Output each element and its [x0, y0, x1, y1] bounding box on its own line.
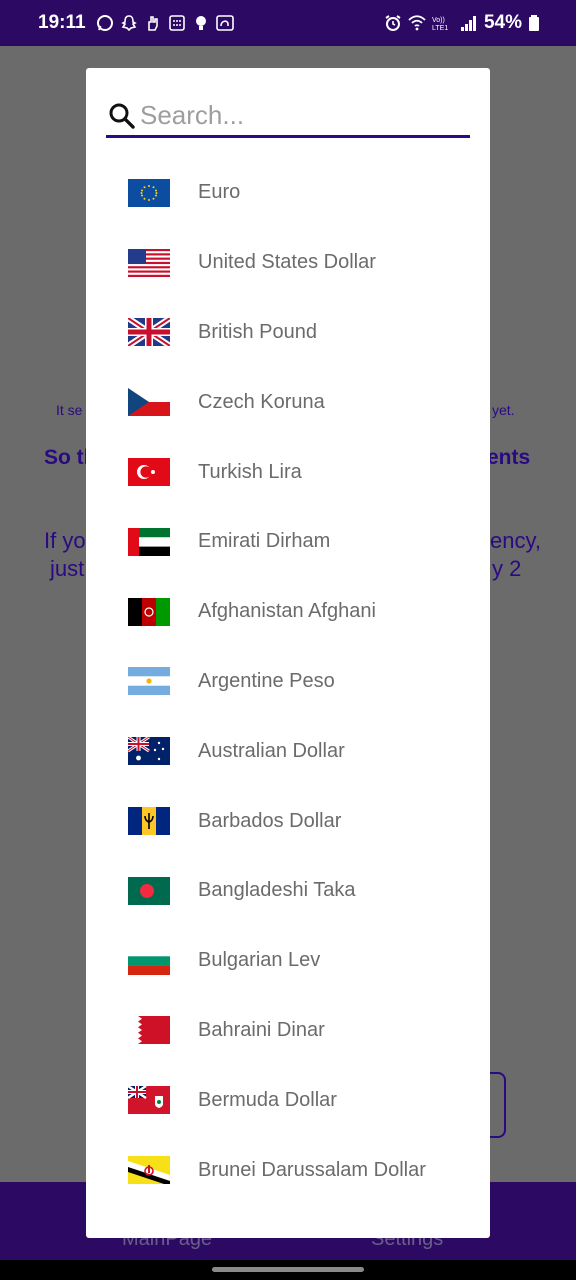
currency-item-usd[interactable]: United States Dollar — [86, 228, 490, 298]
currency-name: Euro — [198, 181, 241, 204]
bn-flag-icon — [128, 1156, 170, 1185]
hand-icon — [147, 16, 158, 31]
app-badge-icon — [215, 15, 234, 31]
search-icon — [109, 103, 135, 129]
bg-message-line1-end: yet. — [492, 402, 515, 418]
currency-item-afn[interactable]: Afghanistan Afghani — [86, 577, 490, 647]
svg-text:LTE1: LTE1 — [432, 25, 448, 32]
gb-flag-icon — [128, 318, 170, 347]
bb-flag-icon — [128, 807, 170, 836]
currency-name: Afghanistan Afghani — [198, 600, 376, 623]
search-bar — [106, 96, 470, 138]
currency-item-gbp[interactable]: British Pound — [86, 298, 490, 368]
currency-item-bgn[interactable]: Bulgarian Lev — [86, 926, 490, 996]
au-flag-icon — [128, 737, 170, 766]
bh-flag-icon — [128, 1016, 170, 1045]
currency-item-euro[interactable]: Euro — [86, 158, 490, 228]
bg-message-line3-end: ency, — [490, 528, 541, 553]
currency-name: Argentine Peso — [198, 669, 335, 692]
cz-flag-icon — [128, 388, 170, 417]
currency-name: British Pound — [198, 320, 317, 343]
currency-name: Barbados Dollar — [198, 809, 342, 832]
bg-message-line1: It se — [56, 402, 83, 418]
status-left: 19:11 — [38, 12, 234, 34]
home-gesture-handle[interactable] — [212, 1267, 364, 1272]
af-flag-icon — [128, 597, 170, 626]
currency-item-bdt[interactable]: Bangladeshi Taka — [86, 856, 490, 926]
bg-message-line2-end: ents — [487, 446, 531, 469]
currency-name: Bangladeshi Taka — [198, 879, 356, 902]
tr-flag-icon — [128, 458, 170, 487]
ar-flag-icon — [128, 667, 170, 696]
ae-flag-icon — [128, 527, 170, 556]
currency-picker-dialog: Euro United States Dollar — [86, 68, 490, 1238]
currency-item-bmd[interactable]: Bermuda Dollar — [86, 1065, 490, 1135]
currency-name: Bulgarian Lev — [198, 949, 321, 972]
currency-name: Brunei Darussalam Dollar — [198, 1158, 426, 1181]
eu-flag-icon — [128, 178, 170, 207]
currency-item-bhd[interactable]: Bahraini Dinar — [86, 996, 490, 1066]
battery-icon — [529, 15, 539, 31]
currency-name: Bermuda Dollar — [198, 1088, 337, 1111]
wifi-icon — [408, 15, 426, 31]
status-bar: 19:11 Vo)) LTE1 54% — [0, 0, 576, 46]
snapchat-icon — [120, 15, 137, 32]
lte-signal-icon: Vo))LTE1 — [432, 17, 448, 32]
currency-name: Emirati Dirham — [198, 530, 331, 553]
battery-percentage: 54% — [483, 12, 522, 33]
bg-message-line3: If yo — [44, 528, 86, 553]
currency-item-bbd[interactable]: Barbados Dollar — [86, 786, 490, 856]
currency-name: United States Dollar — [198, 251, 376, 274]
currency-name: Australian Dollar — [198, 739, 345, 762]
bg-flag-icon — [128, 946, 170, 975]
status-time: 19:11 — [38, 12, 86, 33]
gesture-navigation-bar — [0, 1260, 576, 1280]
currency-name: Czech Koruna — [198, 390, 325, 413]
alarm-icon — [385, 15, 401, 31]
currency-item-ars[interactable]: Argentine Peso — [86, 647, 490, 717]
currency-name: Bahraini Dinar — [198, 1018, 325, 1041]
bg-message-line4: just — [50, 556, 85, 581]
currency-item-aud[interactable]: Australian Dollar — [86, 716, 490, 786]
bm-flag-icon — [128, 1086, 170, 1115]
currency-item-czk[interactable]: Czech Koruna — [86, 367, 490, 437]
currency-item-bnd[interactable]: Brunei Darussalam Dollar — [86, 1135, 490, 1205]
lightbulb-icon — [195, 16, 206, 30]
status-right: Vo)) LTE1 54% — [384, 12, 540, 34]
us-flag-icon — [128, 248, 170, 277]
signal-bars-icon — [460, 16, 476, 31]
currency-list: Euro United States Dollar British Pound … — [86, 158, 490, 1205]
whatsapp-icon — [96, 15, 113, 31]
calculator-icon — [168, 15, 185, 31]
bd-flag-icon — [128, 876, 170, 905]
currency-name: Turkish Lira — [198, 460, 302, 483]
currency-item-aed[interactable]: Emirati Dirham — [86, 507, 490, 577]
search-input[interactable] — [140, 100, 460, 131]
currency-item-try[interactable]: Turkish Lira — [86, 437, 490, 507]
svg-text:Vo)): Vo)) — [432, 17, 445, 24]
bg-message-line4-end: y 2 — [492, 556, 522, 581]
